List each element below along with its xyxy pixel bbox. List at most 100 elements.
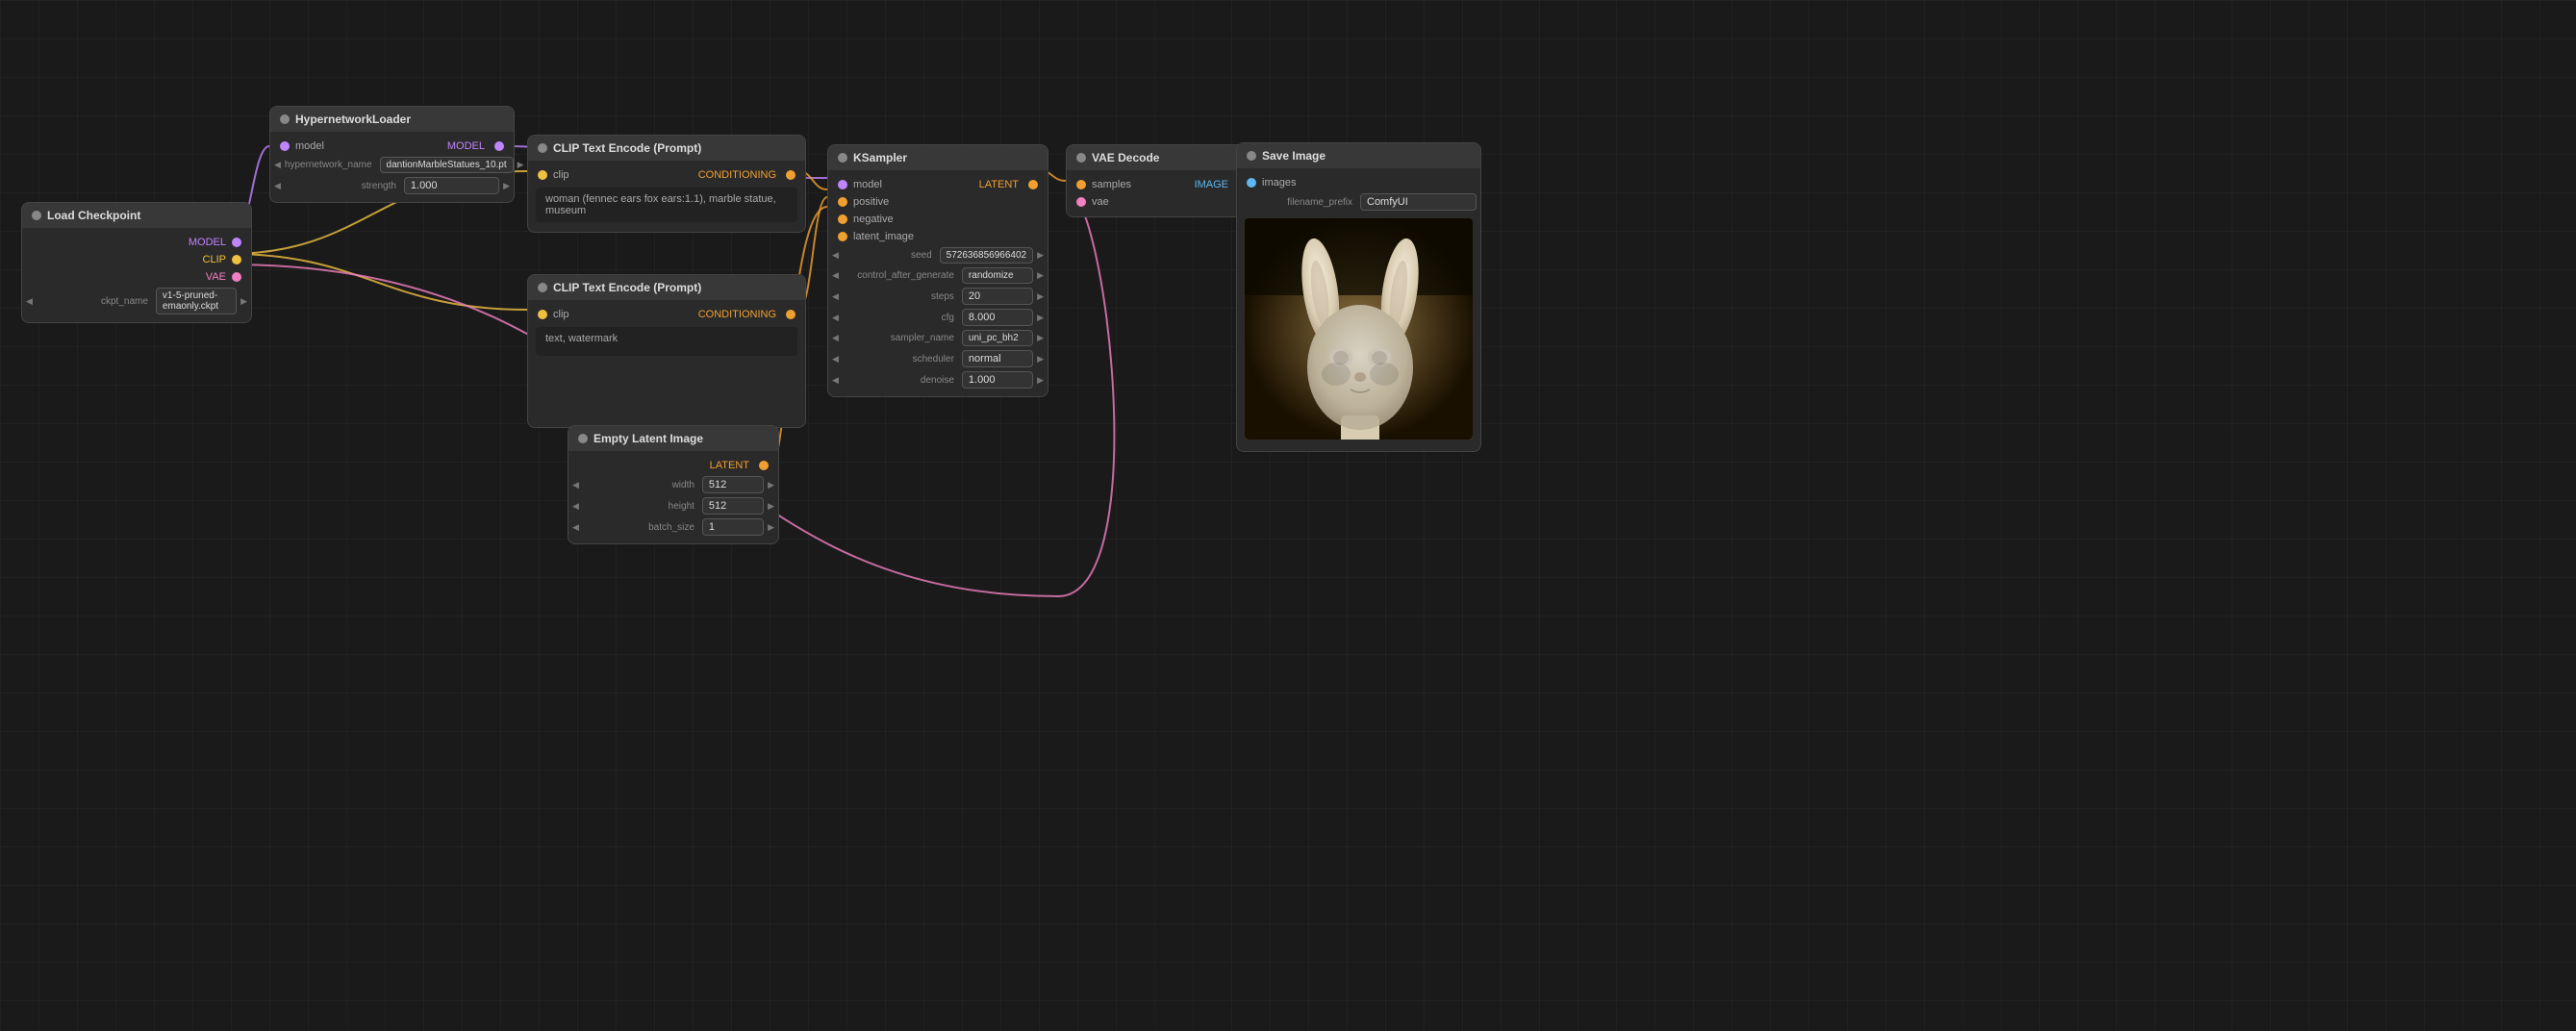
batch-size-value[interactable]: 1 bbox=[702, 518, 764, 536]
hn-right-arrow[interactable]: ▶ bbox=[518, 160, 524, 170]
height-value[interactable]: 512 bbox=[702, 497, 764, 515]
cfg-left-arrow[interactable]: ◀ bbox=[832, 313, 839, 323]
height-left-arrow[interactable]: ◀ bbox=[572, 501, 579, 512]
images-in-label: images bbox=[1262, 177, 1471, 189]
images-in-row: images bbox=[1237, 174, 1480, 191]
strength-label: strength bbox=[285, 181, 400, 191]
strength-left-arrow[interactable]: ◀ bbox=[274, 181, 281, 191]
neg-ks-dot bbox=[838, 214, 847, 224]
width-value[interactable]: 512 bbox=[702, 476, 764, 493]
strength-field: ◀ strength 1.000 ▶ bbox=[270, 175, 514, 196]
images-in-dot bbox=[1247, 178, 1256, 188]
scheduler-field: ◀ scheduler normal ▶ bbox=[828, 348, 1048, 369]
sched-left-arrow[interactable]: ◀ bbox=[832, 354, 839, 365]
steps-left-arrow[interactable]: ◀ bbox=[832, 291, 839, 302]
latent-in-row: latent_image bbox=[828, 228, 1048, 245]
denoise-right-arrow[interactable]: ▶ bbox=[1037, 375, 1044, 386]
empty-latent-header: Empty Latent Image bbox=[568, 426, 778, 451]
vae-output-port: VAE bbox=[22, 268, 251, 286]
ctrl-value[interactable]: randomize bbox=[962, 267, 1033, 284]
seed-label: seed bbox=[843, 250, 936, 261]
steps-value[interactable]: 20 bbox=[962, 288, 1033, 305]
save-image-title: Save Image bbox=[1262, 149, 1326, 163]
clip-pos-in-label: clip bbox=[553, 169, 619, 181]
denoise-value[interactable]: 1.000 bbox=[962, 371, 1033, 389]
clip-pos-dot bbox=[538, 143, 547, 153]
sched-right-arrow[interactable]: ▶ bbox=[1037, 354, 1044, 365]
seed-right-arrow[interactable]: ▶ bbox=[1037, 250, 1044, 261]
ksampler-body: model LATENT positive negative latent_im… bbox=[828, 170, 1048, 396]
ckpt-value[interactable]: v1-5-pruned-emaonly.ckpt bbox=[156, 288, 237, 314]
vae-in-row: vae bbox=[1067, 193, 1257, 211]
vae-label: VAE bbox=[32, 271, 226, 283]
sampler-left-arrow[interactable]: ◀ bbox=[832, 333, 839, 343]
ksampler-header: KSampler bbox=[828, 145, 1048, 170]
conditioning-pos-dot bbox=[786, 170, 796, 180]
filename-prefix-field: filename_prefix ComfyUI bbox=[1237, 191, 1480, 213]
scheduler-value[interactable]: normal bbox=[962, 350, 1033, 367]
clip-neg-in-label: clip bbox=[553, 309, 619, 320]
clip-dot bbox=[232, 255, 241, 264]
ksampler-title: KSampler bbox=[853, 151, 907, 164]
statue-svg bbox=[1245, 218, 1473, 440]
filename-prefix-value[interactable]: ComfyUI bbox=[1360, 193, 1477, 211]
samples-in-row: samples IMAGE bbox=[1067, 176, 1257, 193]
batch-size-label: batch_size bbox=[583, 522, 698, 533]
steps-field: ◀ steps 20 ▶ bbox=[828, 286, 1048, 307]
clip-neg-input-port: clip CONDITIONING bbox=[528, 306, 805, 323]
model-label: MODEL bbox=[32, 237, 226, 248]
clip-pos-header: CLIP Text Encode (Prompt) bbox=[528, 136, 805, 161]
hn-name-label: hypernetwork_name bbox=[285, 160, 376, 170]
ksampler-node: KSampler model LATENT positive negative … bbox=[827, 144, 1048, 397]
model-dot bbox=[232, 238, 241, 247]
scheduler-label: scheduler bbox=[843, 354, 958, 365]
ckpt-left-arrow[interactable]: ◀ bbox=[26, 296, 33, 307]
save-image-dot bbox=[1247, 151, 1256, 161]
latent-out-label: LATENT bbox=[710, 460, 749, 471]
hn-left-arrow[interactable]: ◀ bbox=[274, 160, 281, 170]
model-in-dot bbox=[280, 141, 290, 151]
conditioning-neg-dot bbox=[786, 310, 796, 319]
ckpt-right-arrow[interactable]: ▶ bbox=[240, 296, 247, 307]
hypernetwork-title: HypernetworkLoader bbox=[295, 113, 411, 126]
height-right-arrow[interactable]: ▶ bbox=[768, 501, 774, 512]
batch-left-arrow[interactable]: ◀ bbox=[572, 522, 579, 533]
ctrl-right-arrow[interactable]: ▶ bbox=[1037, 270, 1044, 281]
denoise-field: ◀ denoise 1.000 ▶ bbox=[828, 369, 1048, 390]
height-label: height bbox=[583, 501, 698, 512]
clip-label: CLIP bbox=[32, 254, 226, 265]
seed-left-arrow[interactable]: ◀ bbox=[832, 250, 839, 261]
pos-ks-dot bbox=[838, 197, 847, 207]
strength-right-arrow[interactable]: ▶ bbox=[503, 181, 510, 191]
width-label: width bbox=[583, 480, 698, 490]
seed-value[interactable]: 572636856966402 bbox=[940, 247, 1033, 264]
save-image-node: Save Image images filename_prefix ComfyU… bbox=[1236, 142, 1481, 452]
width-right-arrow[interactable]: ▶ bbox=[768, 480, 774, 490]
negative-prompt-text[interactable]: text, watermark bbox=[536, 327, 797, 356]
sampler-name-value[interactable]: uni_pc_bh2 bbox=[962, 330, 1033, 346]
cfg-right-arrow[interactable]: ▶ bbox=[1037, 313, 1044, 323]
vae-decode-body: samples IMAGE vae bbox=[1067, 170, 1257, 216]
width-left-arrow[interactable]: ◀ bbox=[572, 480, 579, 490]
vae-in-dot bbox=[1076, 197, 1086, 207]
batch-right-arrow[interactable]: ▶ bbox=[768, 522, 774, 533]
strength-value[interactable]: 1.000 bbox=[404, 177, 499, 194]
clip-text-encode-negative-node: CLIP Text Encode (Prompt) clip CONDITION… bbox=[527, 274, 806, 428]
empty-latent-body: LATENT ◀ width 512 ▶ ◀ height 512 ▶ ◀ ba… bbox=[568, 451, 778, 543]
hn-name-value[interactable]: dantionMarbleStatues_10.pt bbox=[380, 157, 514, 173]
cfg-value[interactable]: 8.000 bbox=[962, 309, 1033, 326]
batch-size-field: ◀ batch_size 1 ▶ bbox=[568, 516, 778, 538]
model-in-label: model bbox=[295, 140, 366, 152]
denoise-left-arrow[interactable]: ◀ bbox=[832, 375, 839, 386]
sampler-right-arrow[interactable]: ▶ bbox=[1037, 333, 1044, 343]
negative-in-row: negative bbox=[828, 211, 1048, 228]
cfg-label: cfg bbox=[843, 313, 958, 323]
ctrl-left-arrow[interactable]: ◀ bbox=[832, 270, 839, 281]
steps-right-arrow[interactable]: ▶ bbox=[1037, 291, 1044, 302]
vae-decode-node: VAE Decode samples IMAGE vae bbox=[1066, 144, 1258, 217]
positive-prompt-text[interactable]: woman (fennec ears fox ears:1.1), marble… bbox=[536, 188, 797, 222]
pos-ks-label: positive bbox=[853, 196, 1038, 208]
denoise-label: denoise bbox=[843, 375, 958, 386]
model-in-row: model LATENT bbox=[828, 176, 1048, 193]
vae-decode-dot bbox=[1076, 153, 1086, 163]
